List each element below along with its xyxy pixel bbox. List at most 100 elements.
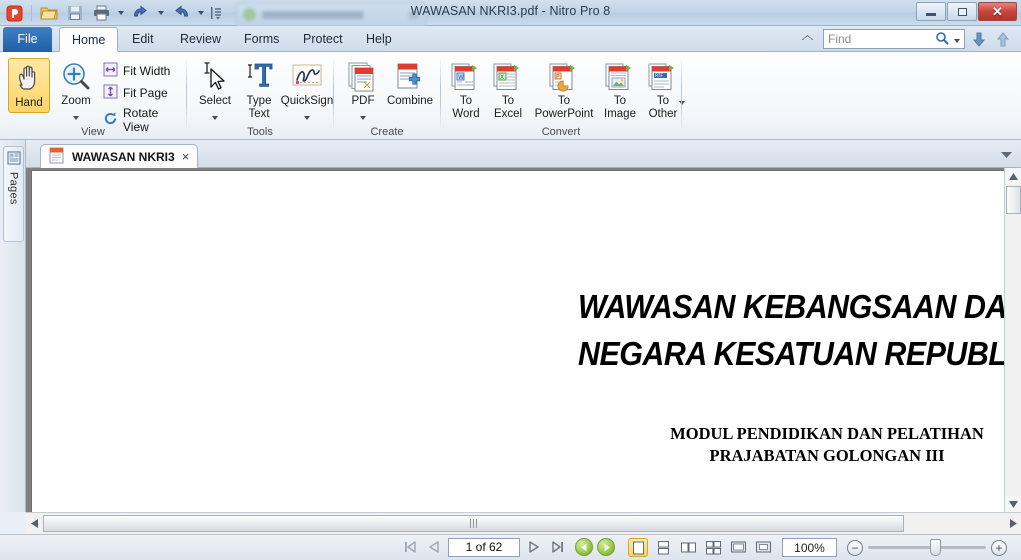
tab-forms[interactable]: Forms (232, 27, 291, 52)
background-tab-close-icon[interactable] (409, 10, 419, 19)
horizontal-scrollbar[interactable] (26, 512, 1021, 534)
horizontal-scroll-thumb[interactable] (43, 515, 904, 532)
zoom-magnifier-plus-icon (63, 63, 90, 90)
quicksign-button[interactable]: QuickSign (281, 58, 333, 126)
fit-width-label: Fit Width (123, 64, 171, 78)
group-divider (681, 58, 682, 130)
select-dropdown-icon[interactable] (212, 109, 218, 123)
vertical-scroll-thumb[interactable] (1006, 186, 1021, 214)
ribbon-collapse-icon[interactable] (1000, 148, 1013, 162)
last-page-button[interactable] (548, 537, 568, 557)
ribbon-group-create-label: Create (370, 126, 404, 138)
ribbon-group-view: Hand Zoom Fit Width Fit Page Rotate View… (0, 52, 186, 140)
sidebar-item-pages[interactable]: Pages (3, 146, 24, 242)
undo-icon[interactable] (129, 2, 153, 24)
scroll-down-icon[interactable] (1005, 496, 1021, 512)
next-view-button[interactable] (597, 538, 615, 556)
to-image-icon (605, 63, 631, 90)
qat-divider (31, 5, 32, 21)
fit-page-button[interactable]: Fit Page (100, 82, 171, 104)
view-mode-reader-view[interactable] (753, 538, 773, 557)
tab-help[interactable]: Help (354, 27, 404, 52)
zoom-slider-handle[interactable] (930, 539, 941, 556)
type-text-label: Type Text (246, 95, 272, 120)
home-icon[interactable] (798, 30, 816, 48)
redo-icon[interactable] (169, 2, 193, 24)
select-tool-label: Select (199, 95, 231, 107)
quick-access-toolbar (2, 1, 223, 25)
save-icon[interactable] (63, 2, 87, 24)
open-icon[interactable] (37, 2, 61, 24)
to-other-button[interactable]: RTF To Other (641, 58, 685, 123)
combine-icon (397, 63, 421, 89)
document-subtitle-line2: PRAJABATAN GOLONGAN III (709, 446, 945, 465)
view-mode-continuous[interactable] (653, 538, 673, 557)
view-mode-facing-continuous[interactable] (703, 538, 723, 557)
first-page-button[interactable] (400, 537, 420, 557)
scroll-left-icon[interactable] (26, 513, 42, 534)
to-powerpoint-button[interactable]: P To PowerPoint (529, 58, 599, 123)
nitro-logo-icon[interactable] (2, 2, 26, 24)
print-dropdown-icon[interactable] (115, 2, 127, 24)
customize-icon[interactable] (209, 2, 223, 24)
fit-width-button[interactable]: Fit Width (100, 60, 173, 82)
minimize-button[interactable] (916, 2, 946, 21)
find-next-button[interactable] (969, 29, 989, 49)
background-window-tab[interactable] (236, 2, 426, 26)
zoom-in-button[interactable]: + (991, 539, 1007, 556)
scroll-right-icon[interactable] (1005, 513, 1021, 534)
tab-home[interactable]: Home (59, 27, 119, 52)
to-image-button[interactable]: To Image (599, 58, 641, 123)
tab-review[interactable]: Review (168, 27, 233, 52)
background-tab-icon (243, 8, 256, 21)
fit-page-label: Fit Page (123, 86, 168, 100)
quicksign-dropdown-icon[interactable] (304, 109, 310, 123)
zoom-out-button[interactable]: − (847, 539, 863, 556)
create-pdf-dropdown-icon[interactable] (360, 109, 366, 123)
to-excel-label: To Excel (493, 95, 523, 120)
quicksign-icon (292, 64, 322, 86)
search-dropdown-icon[interactable] (954, 32, 960, 46)
redo-dropdown-icon[interactable] (195, 2, 207, 24)
scroll-up-icon[interactable] (1005, 168, 1021, 184)
select-tool-button[interactable]: Select (193, 58, 237, 126)
magnifier-icon[interactable] (935, 31, 949, 48)
tab-file[interactable]: File (3, 27, 52, 52)
combine-button[interactable]: Combine (384, 58, 436, 111)
hand-tool-button[interactable]: Hand (8, 58, 50, 113)
next-page-button[interactable] (524, 537, 544, 557)
document-tab-close-icon[interactable]: × (182, 149, 190, 164)
view-mode-single-page[interactable] (628, 538, 648, 557)
tab-protect[interactable]: Protect (291, 27, 355, 52)
pdf-page: WAWASAN KEBANGSAAN DALAM KERANGK NEGARA … (31, 170, 1021, 512)
to-excel-button[interactable]: X To Excel (487, 58, 529, 123)
to-powerpoint-label: To PowerPoint (534, 95, 594, 120)
search-input[interactable]: Find (823, 29, 965, 49)
to-excel-icon: X (493, 63, 519, 90)
view-mode-full-screen[interactable] (728, 538, 748, 557)
document-view[interactable]: WAWASAN KEBANGSAAN DALAM KERANGK NEGARA … (26, 168, 1021, 512)
undo-dropdown-icon[interactable] (155, 2, 167, 24)
type-text-button[interactable]: Type Text (239, 58, 279, 123)
vertical-scrollbar[interactable] (1004, 168, 1021, 512)
create-pdf-icon (348, 62, 374, 92)
previous-view-button[interactable] (575, 538, 593, 556)
zoom-slider[interactable] (868, 539, 986, 556)
document-tab[interactable]: WAWASAN NKRI3 × (40, 144, 199, 168)
view-mode-facing[interactable] (678, 538, 698, 557)
tab-edit[interactable]: Edit (120, 27, 166, 52)
zoom-tool-button[interactable]: Zoom (55, 58, 97, 126)
find-previous-button[interactable] (993, 29, 1013, 49)
close-button[interactable]: ✕ (978, 2, 1017, 21)
to-word-button[interactable]: W To Word (445, 58, 487, 123)
restore-button[interactable] (947, 2, 977, 21)
status-bar: 1 of 62 100% − + (0, 534, 1021, 560)
create-pdf-button[interactable]: PDF (342, 58, 384, 126)
to-other-dropdown-icon[interactable] (679, 94, 685, 108)
zoom-level-input[interactable]: 100% (782, 538, 837, 557)
previous-page-button[interactable] (424, 537, 444, 557)
print-icon[interactable] (89, 2, 113, 24)
page-number-input[interactable]: 1 of 62 (448, 537, 520, 557)
zoom-dropdown-icon[interactable] (73, 109, 79, 123)
fit-width-icon (103, 62, 118, 80)
